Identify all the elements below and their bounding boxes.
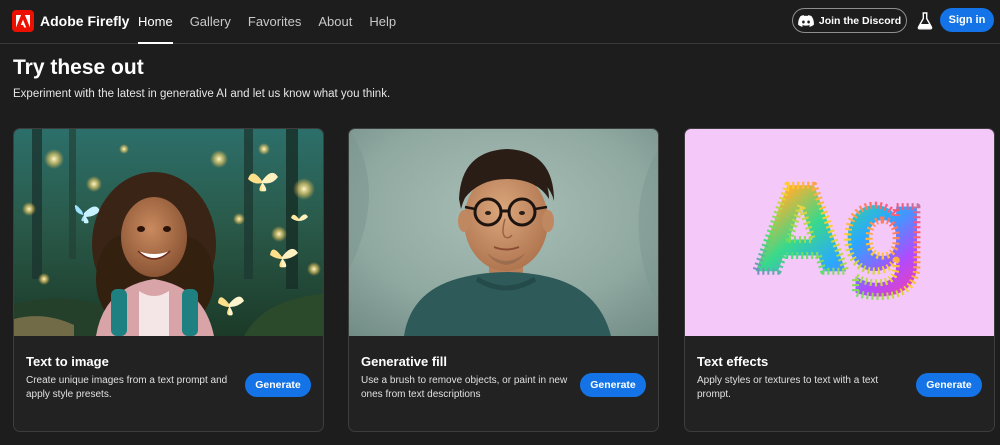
card-generative-fill[interactable]: Generative fill Use a brush to remove ob… — [348, 128, 659, 432]
page-subtitle: Experiment with the latest in generative… — [13, 88, 391, 100]
generate-button-generative-fill[interactable]: Generate — [580, 373, 646, 397]
card-text-effects[interactable]: Ag Text effects Apply styles or textures… — [684, 128, 995, 432]
top-navigation-bar: Adobe Firefly Home Gallery Favorites Abo… — [0, 0, 1000, 44]
nav-favorites[interactable]: Favorites — [248, 0, 301, 44]
card-image-man-portrait — [349, 129, 658, 336]
adobe-logo-icon[interactable] — [12, 10, 34, 32]
flask-icon[interactable] — [917, 12, 933, 30]
art-letters: Ag — [755, 161, 923, 299]
nav-gallery[interactable]: Gallery — [190, 0, 231, 44]
sign-in-button[interactable]: Sign in — [940, 8, 994, 32]
nav-home[interactable]: Home — [138, 0, 173, 44]
card-text-to-image[interactable]: Text to image Create unique images from … — [13, 128, 324, 432]
card-title: Text effects — [697, 354, 769, 369]
card-title: Text to image — [26, 354, 109, 369]
app-name[interactable]: Adobe Firefly — [40, 11, 129, 31]
card-title: Generative fill — [361, 354, 447, 369]
discord-icon — [797, 14, 814, 27]
nav-about[interactable]: About — [318, 0, 352, 44]
join-discord-button[interactable]: Join the Discord — [792, 8, 907, 33]
join-discord-label: Join the Discord — [818, 14, 902, 27]
main-nav: Home Gallery Favorites About Help — [138, 0, 413, 44]
generate-button-text-effects[interactable]: Generate — [916, 373, 982, 397]
card-description: Use a brush to remove objects, or paint … — [361, 375, 568, 400]
page-title: Try these out — [13, 56, 144, 79]
generate-button-text-to-image[interactable]: Generate — [245, 373, 311, 397]
card-image-girl-butterflies — [14, 129, 323, 336]
card-description: Apply styles or textures to text with a … — [697, 375, 879, 400]
card-image-furry-letters: Ag — [685, 129, 994, 336]
nav-help[interactable]: Help — [369, 0, 396, 44]
card-description: Create unique images from a text prompt … — [26, 375, 228, 400]
